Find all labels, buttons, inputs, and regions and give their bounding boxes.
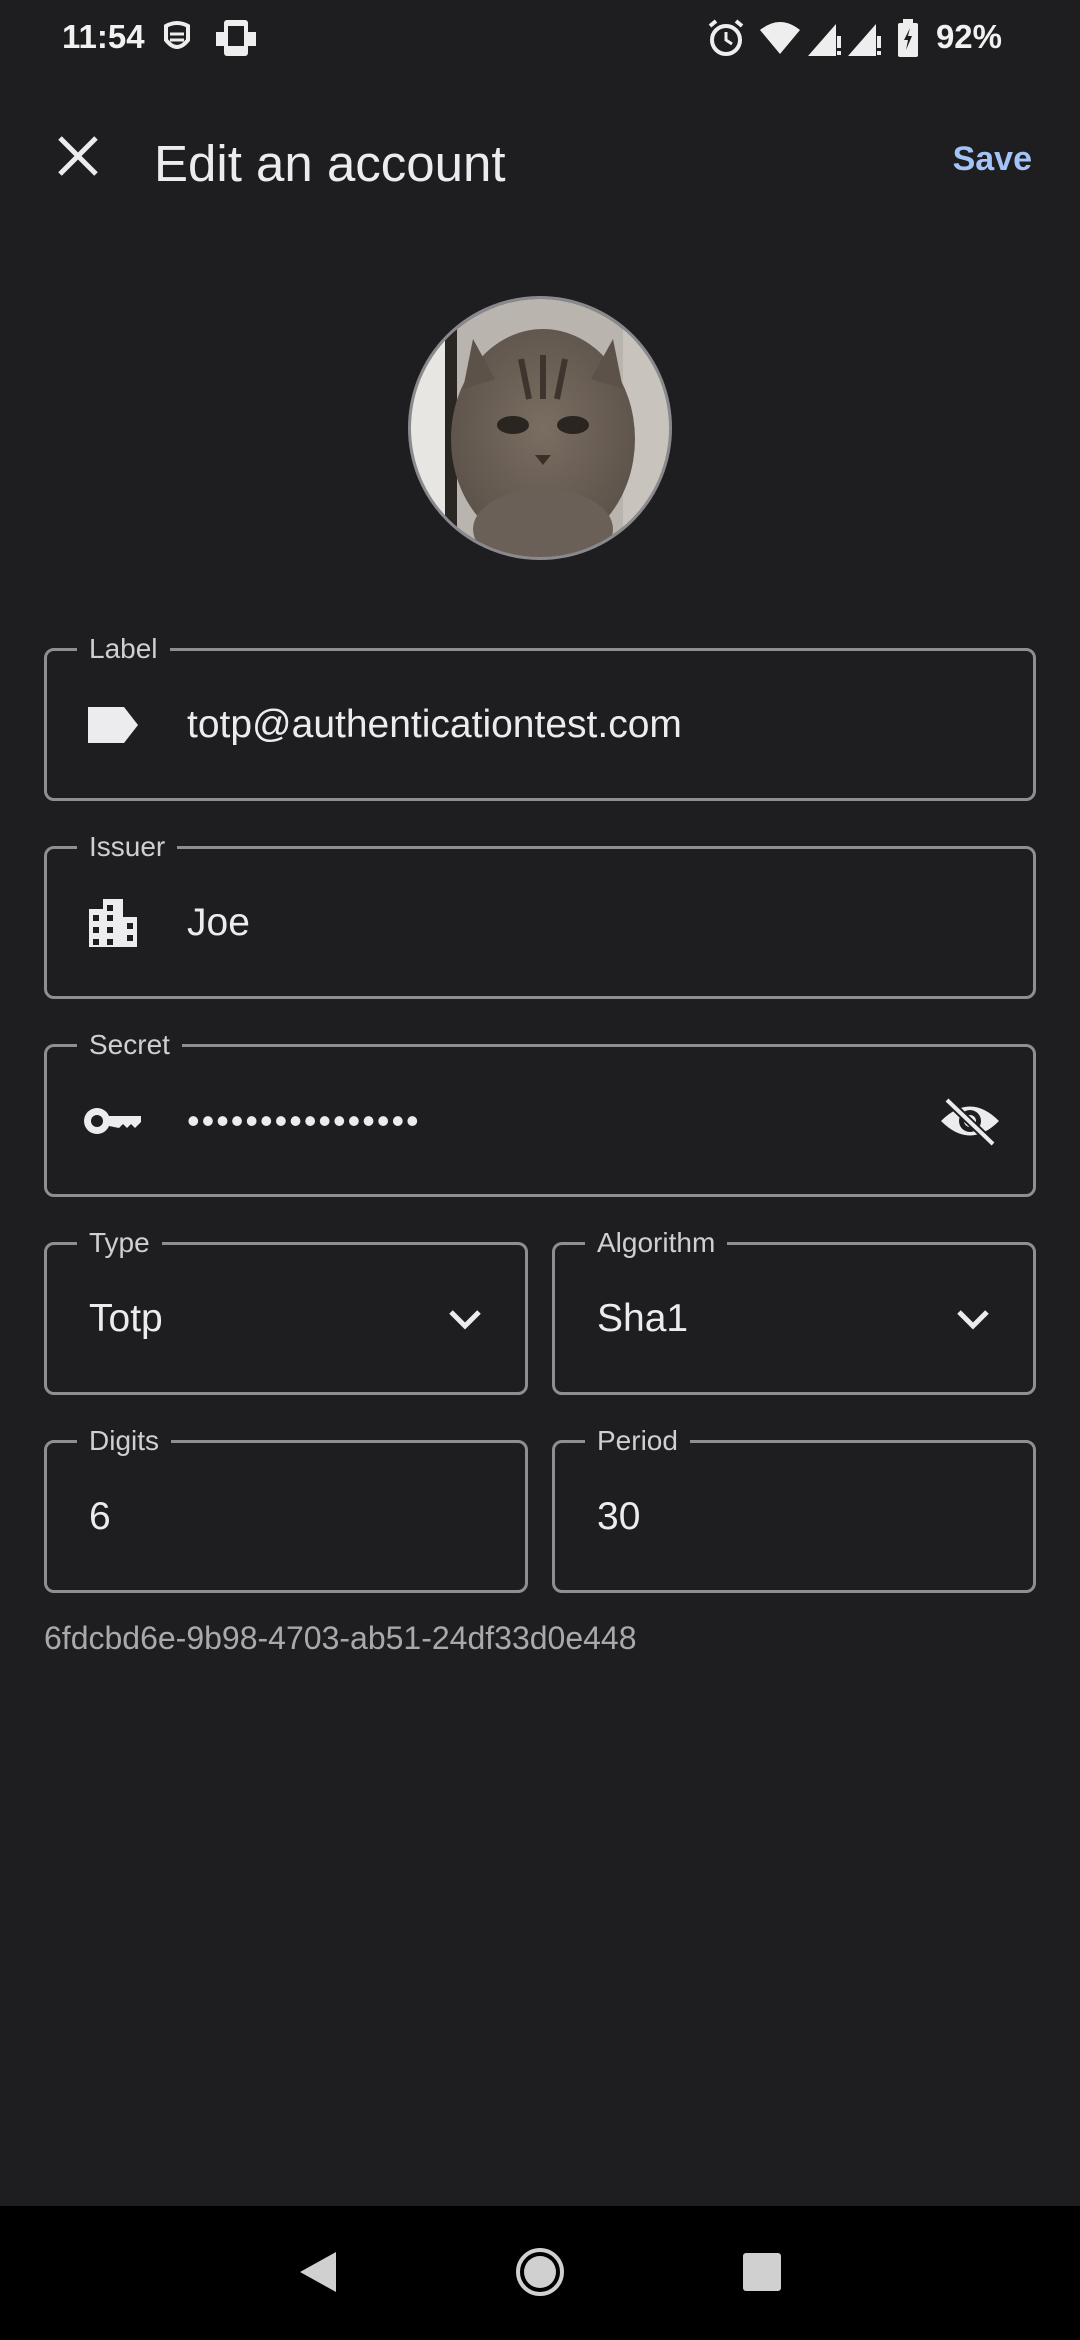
issuer-field-label: Issuer: [77, 829, 178, 865]
close-button[interactable]: [40, 120, 116, 196]
home-nav-button[interactable]: [512, 2246, 568, 2302]
battery-percentage: 92%: [935, 18, 1002, 55]
label-field-label: Label: [77, 631, 170, 667]
cat-avatar-image: [411, 299, 669, 557]
label-field[interactable]: Label totp@authenticationtest.com: [44, 631, 1036, 801]
period-field[interactable]: Period 30: [552, 1423, 1036, 1593]
issuer-field[interactable]: Issuer Joe: [44, 829, 1036, 999]
secret-field[interactable]: Secret ••••••••••••••••: [44, 1027, 1036, 1197]
visibility-off-icon[interactable]: [937, 1088, 1003, 1154]
chevron-down-icon: [953, 1299, 993, 1339]
back-triangle-icon: [296, 2248, 340, 2301]
signal-icon-2: [846, 18, 882, 63]
page-title: Edit an account: [154, 135, 506, 192]
label-input[interactable]: totp@authenticationtest.com: [187, 703, 682, 747]
status-bar: 11:54 92%: [0, 0, 1080, 76]
algorithm-field-label: Algorithm: [585, 1225, 728, 1261]
status-time: 11:54: [62, 18, 145, 55]
account-avatar[interactable]: [408, 296, 672, 560]
app-bar: Edit an account Save: [0, 100, 1080, 230]
save-button[interactable]: Save: [953, 140, 1032, 179]
type-field-label: Type: [77, 1225, 162, 1261]
digits-field-label: Digits: [77, 1423, 172, 1459]
secret-field-label: Secret: [77, 1027, 182, 1063]
algorithm-selected-value: Sha1: [597, 1296, 689, 1340]
battery-charging-icon: [896, 18, 920, 63]
period-input[interactable]: 30: [597, 1495, 640, 1539]
secret-input[interactable]: ••••••••••••••••: [187, 1100, 421, 1142]
home-circle-icon: [514, 2246, 566, 2303]
building-icon: [83, 893, 143, 953]
key-icon: [83, 1091, 143, 1151]
mask-notification-icon: [160, 18, 194, 63]
signal-icon: [806, 18, 842, 63]
wifi-icon: [758, 18, 802, 63]
type-selected-value: Totp: [89, 1296, 163, 1340]
account-uuid: 6fdcbd6e-9b98-4703-ab51-24df33d0e448: [44, 1620, 637, 1656]
issuer-input[interactable]: Joe: [187, 901, 250, 945]
recents-square-icon: [741, 2251, 783, 2298]
back-nav-button[interactable]: [290, 2246, 346, 2302]
label-tag-icon: [83, 695, 143, 755]
period-field-label: Period: [585, 1423, 690, 1459]
digits-input[interactable]: 6: [89, 1495, 111, 1539]
type-dropdown[interactable]: Type Totp: [44, 1225, 528, 1395]
chevron-down-icon: [445, 1299, 485, 1339]
algorithm-dropdown[interactable]: Algorithm Sha1: [552, 1225, 1036, 1395]
digits-field[interactable]: Digits 6: [44, 1423, 528, 1593]
navigation-bar: [0, 2206, 1080, 2340]
phone-notification-icon: [214, 18, 258, 63]
close-icon: [56, 134, 100, 183]
alarm-icon: [706, 18, 746, 63]
recents-nav-button[interactable]: [734, 2246, 790, 2302]
